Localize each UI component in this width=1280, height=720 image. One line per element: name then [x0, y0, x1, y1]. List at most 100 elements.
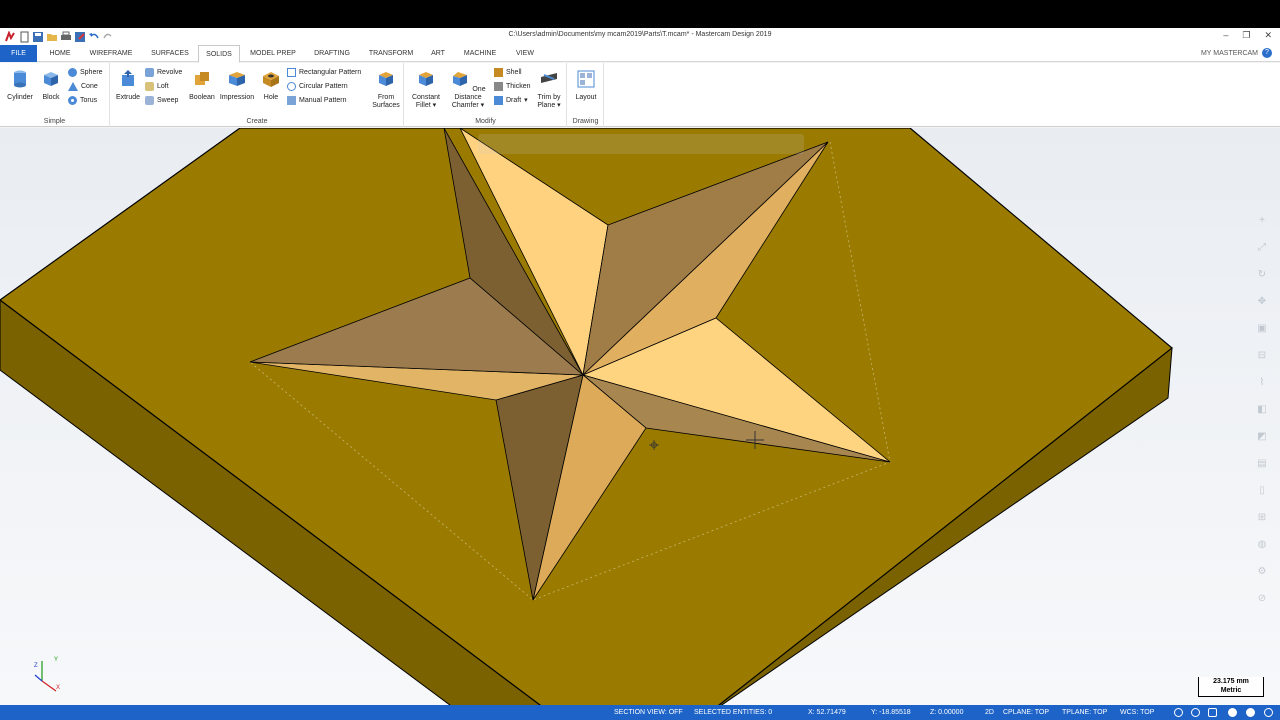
title-bar: C:\Users\admin\Documents\my mcam2019\Par… — [0, 28, 1280, 45]
tab-file[interactable]: FILE — [0, 45, 37, 62]
wcs-status[interactable]: WCS: TOP — [1120, 709, 1154, 716]
fillet-icon — [419, 72, 433, 86]
draft-icon — [494, 95, 503, 105]
sphere-icon — [68, 67, 77, 77]
revolve-icon — [145, 67, 154, 77]
pan-icon[interactable]: ✥ — [1254, 293, 1270, 309]
cone-icon — [68, 81, 78, 91]
section-view-status[interactable]: SECTION VIEW: OFF — [614, 709, 683, 716]
section-icon[interactable]: ⊟ — [1254, 347, 1270, 363]
shaded-toggle-icon[interactable] — [1228, 708, 1237, 717]
no-entry-icon[interactable]: ⊘ — [1254, 590, 1270, 606]
sweep-icon — [145, 95, 154, 105]
tab-model-prep[interactable]: MODEL PREP — [246, 45, 300, 62]
group-simple: Cylinder Block Sphere Cone Torus Simple — [0, 63, 110, 127]
circular-pattern-button[interactable]: Circular Pattern — [287, 81, 348, 91]
selected-entities-status[interactable]: SELECTED ENTITIES: 0 — [694, 709, 772, 716]
sphere-button[interactable]: Sphere — [68, 67, 103, 77]
my-mastercam-link[interactable]: MY MASTERCAM — [1201, 50, 1258, 57]
extrude-button[interactable]: Extrude — [113, 69, 143, 102]
manual-pattern-button[interactable]: Manual Pattern — [287, 95, 346, 105]
minimize-icon[interactable]: – — [1223, 30, 1228, 41]
tab-machine[interactable]: MACHINE — [460, 45, 500, 62]
wireframe-toggle-icon[interactable] — [1208, 708, 1217, 717]
right-view-toolbar: + ⤢ ↻ ✥ ▣ ⊟ ⌇ ◧ ◩ ▤ ▯ ⊞ ◍ ⚙ ⊘ — [1254, 212, 1274, 617]
view-cube-icon[interactable]: ▣ — [1254, 320, 1270, 336]
rectangular-pattern-icon — [287, 67, 296, 77]
sweep-button[interactable]: Sweep — [145, 95, 178, 105]
layout-icon — [577, 70, 595, 88]
display-options-icon[interactable] — [1264, 708, 1273, 717]
help-icon[interactable]: ? — [1262, 48, 1272, 58]
layout-button[interactable]: Layout — [570, 69, 602, 102]
level-icon[interactable]: ▤ — [1254, 455, 1270, 471]
layer-icon[interactable]: ◩ — [1254, 428, 1270, 444]
circular-pattern-icon — [287, 81, 296, 91]
svg-text:Y: Y — [54, 657, 58, 663]
boolean-button[interactable]: Boolean — [185, 69, 219, 102]
y-coordinate: Y: -18.85518 — [871, 709, 911, 716]
tab-solids[interactable]: SOLIDS — [198, 45, 240, 63]
block-button[interactable]: Block — [38, 69, 64, 102]
cone-button[interactable]: Cone — [68, 81, 98, 91]
constant-fillet-button[interactable]: Constant Fillet ▾ — [409, 69, 443, 110]
from-surfaces-button[interactable]: From Surfaces — [369, 69, 403, 110]
one-distance-chamfer-button[interactable]: One Distance Chamfer ▾ — [445, 69, 491, 110]
mode-2d-toggle[interactable]: 2D — [985, 709, 994, 716]
tab-drafting[interactable]: DRAFTING — [310, 45, 354, 62]
status-bar: SECTION VIEW: OFF SELECTED ENTITIES: 0 X… — [0, 705, 1280, 720]
fit-icon[interactable]: ⤢ — [1254, 239, 1270, 255]
tab-surfaces[interactable]: SURFACES — [146, 45, 194, 62]
group-label-modify: Modify — [475, 118, 496, 125]
globe-icon[interactable] — [1174, 708, 1183, 717]
thicken-button[interactable]: Thicken — [494, 81, 531, 91]
loft-icon — [145, 81, 154, 91]
loft-button[interactable]: Loft — [145, 81, 169, 91]
scale-value: 23.175 mm — [1213, 678, 1249, 685]
hole-icon — [263, 72, 279, 87]
plane-icon[interactable]: ⊞ — [1254, 509, 1270, 525]
clip-icon[interactable]: ▯ — [1254, 482, 1270, 498]
tab-view[interactable]: VIEW — [510, 45, 540, 62]
group-label-create: Create — [246, 118, 268, 125]
rotate-icon[interactable]: ↻ — [1254, 266, 1270, 282]
translucency-icon[interactable] — [1246, 708, 1255, 717]
view-globe-icon[interactable] — [1191, 708, 1200, 717]
shade-icon[interactable]: ◍ — [1254, 536, 1270, 552]
hide-icon[interactable]: ◧ — [1254, 401, 1270, 417]
torus-icon — [68, 95, 77, 105]
tab-transform[interactable]: TRANSFORM — [364, 45, 418, 62]
settings-icon[interactable]: ⚙ — [1254, 563, 1270, 579]
draft-button[interactable]: Draft ▾ — [494, 95, 528, 105]
star-plate-model[interactable] — [0, 128, 1280, 705]
manual-pattern-icon — [287, 95, 296, 105]
cplane-status[interactable]: CPLANE: TOP — [1003, 709, 1049, 716]
torus-button[interactable]: Torus — [68, 95, 97, 105]
close-icon[interactable]: ✕ — [1264, 30, 1272, 41]
impression-button[interactable]: Impression — [217, 69, 257, 102]
x-coordinate: X: 52.71479 — [808, 709, 846, 716]
svg-text:Z: Z — [34, 663, 38, 669]
shell-button[interactable]: Shell — [494, 67, 522, 77]
group-create: Extrude Revolve Loft Sweep Boolean Impre… — [111, 63, 404, 127]
zoom-in-icon[interactable]: + — [1254, 212, 1270, 228]
trim-by-plane-button[interactable]: Trim by Plane ▾ — [533, 69, 565, 110]
tplane-status[interactable]: TPLANE: TOP — [1062, 709, 1107, 716]
svg-text:X: X — [56, 685, 60, 691]
tab-art[interactable]: ART — [426, 45, 450, 62]
revolve-button[interactable]: Revolve — [145, 67, 182, 77]
cylinder-button[interactable]: Cylinder — [5, 69, 35, 102]
hole-button[interactable]: Hole — [259, 69, 283, 102]
cylinder-icon — [14, 70, 26, 88]
rectangular-pattern-button[interactable]: Rectangular Pattern — [287, 67, 361, 77]
tab-wireframe[interactable]: WIREFRAME — [86, 45, 136, 62]
tab-home[interactable]: HOME — [44, 45, 76, 62]
from-surfaces-icon — [379, 72, 393, 86]
measure-icon[interactable]: ⌇ — [1254, 374, 1270, 390]
restore-icon[interactable]: ❐ — [1242, 30, 1250, 41]
floating-mini-toolbar[interactable] — [478, 134, 804, 154]
impression-icon — [229, 72, 245, 86]
trim-by-plane-icon — [541, 73, 557, 83]
group-modify: Constant Fillet ▾ One Distance Chamfer ▾ S… — [405, 63, 567, 127]
graphics-viewport[interactable]: + ⤢ ↻ ✥ ▣ ⊟ ⌇ ◧ ◩ ▤ ▯ ⊞ ◍ ⚙ ⊘ Y X Z 23.1… — [0, 128, 1280, 705]
